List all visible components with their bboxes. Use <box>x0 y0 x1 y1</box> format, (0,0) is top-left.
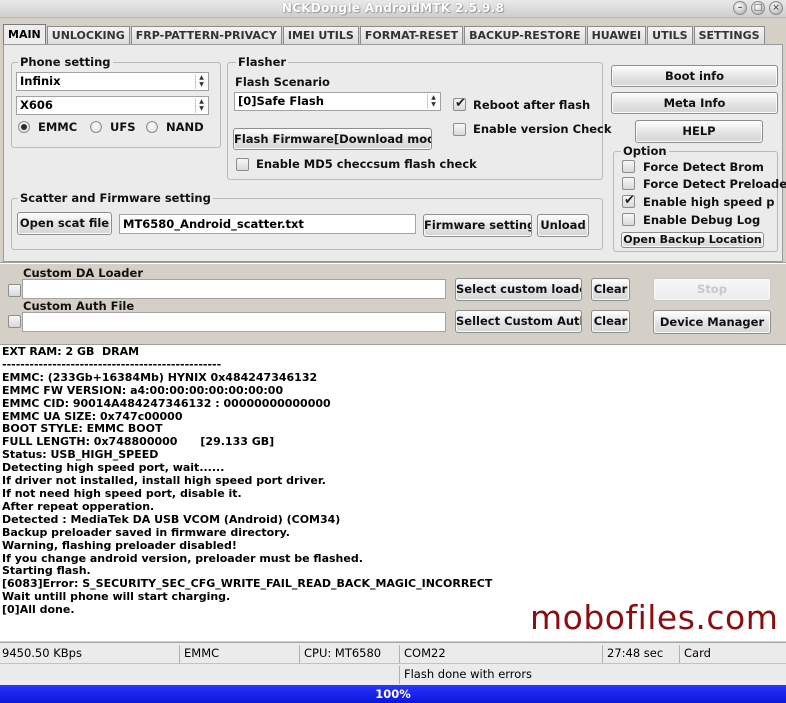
reboot-after-flash-label: Reboot after flash <box>473 98 591 112</box>
custom-da-checkbox[interactable] <box>8 284 21 297</box>
scatter-file-field[interactable]: MT6580_Android_scatter.txt <box>119 214 416 234</box>
high-speed-port-label: Enable high speed port <box>643 195 775 209</box>
model-select[interactable]: X606 ▲ ▼ <box>16 96 209 115</box>
tab-unlocking[interactable]: UNLOCKING <box>46 26 130 44</box>
select-custom-auth-button[interactable]: Sellect Custom Auth <box>455 310 582 333</box>
clear-da-button[interactable]: Clear <box>591 278 630 301</box>
md5-check-checkbox[interactable] <box>236 158 249 171</box>
flasher-title: Flasher <box>236 55 289 69</box>
brand-value: Infinix <box>20 74 61 88</box>
boot-info-button[interactable]: Boot info <box>611 65 778 87</box>
close-icon[interactable]: × <box>769 1 783 15</box>
tab-format-reset[interactable]: FORMAT-RESET <box>359 26 464 44</box>
status-bar-secondary: Flash done with errors <box>0 663 786 685</box>
progress-bar: 100% <box>0 685 786 703</box>
log-line: After repeat opperation. <box>2 499 155 513</box>
maximize-icon[interactable]: □ <box>751 1 765 15</box>
log-line: EMMC CID: 90014A484247346132 : 000000000… <box>2 396 331 410</box>
tab-frp-pattern-privacy[interactable]: FRP-PATTERN-PRIVACY <box>130 26 282 44</box>
custom-auth-field[interactable] <box>22 312 446 332</box>
watermark: mobofiles.com <box>530 598 779 637</box>
radio-nand-label: NAND <box>166 120 204 134</box>
flash-scenario-value: [0]Safe Flash <box>238 94 324 108</box>
force-detect-brom-label: Force Detect Brom <box>643 160 764 174</box>
clear-auth-button[interactable]: Clear <box>591 310 630 333</box>
status-storage: EMMC <box>182 645 300 663</box>
radio-nand[interactable] <box>146 121 158 133</box>
log-line: EMMC: (233Gb+16384Mb) HYNIX 0x4842473461… <box>2 370 318 384</box>
model-value: X606 <box>20 98 53 112</box>
radio-ufs-label: UFS <box>110 120 136 134</box>
brand-select[interactable]: Infinix ▲ ▼ <box>16 72 209 91</box>
custom-da-label: Custom DA Loader <box>23 266 143 280</box>
log-line: Backup preloader saved in firmware direc… <box>2 525 290 539</box>
radio-ufs[interactable] <box>90 121 102 133</box>
log-line: Detected : MediaTek DA USB VCOM (Android… <box>2 512 341 526</box>
debug-log-label: Enable Debug Log <box>643 213 761 227</box>
firmware-setting-button[interactable]: Firmware setting <box>423 214 532 237</box>
reboot-after-flash-checkbox[interactable] <box>453 96 466 111</box>
tab-settings[interactable]: SETTINGS <box>693 26 765 44</box>
meta-info-button[interactable]: Meta Info <box>611 92 778 114</box>
separator <box>0 262 786 264</box>
spinner-icon: ▲ ▼ <box>427 94 439 109</box>
log-line: If you change android version, preloader… <box>2 551 363 565</box>
option-title: Option <box>621 144 669 158</box>
status-cpu: CPU: MT6580 <box>302 645 400 663</box>
phone-setting-title: Phone setting <box>18 55 113 69</box>
flash-scenario-label: Flash Scenario <box>235 75 330 89</box>
tab-bar: MAIN UNLOCKING FRP-PATTERN-PRIVACY IMEI … <box>3 24 766 45</box>
spinner-icon: ▲ ▼ <box>195 74 207 89</box>
force-detect-preloader-label: Force Detect Preloader <box>643 177 786 191</box>
status-card: Card <box>684 646 711 660</box>
flash-firmware-button[interactable]: Flash Firmware[Download mode] <box>233 128 432 150</box>
custom-auth-checkbox[interactable] <box>8 315 21 328</box>
open-scatter-button[interactable]: Open scat file <box>17 212 112 235</box>
tab-main[interactable]: MAIN <box>3 24 46 45</box>
stop-button[interactable]: Stop <box>653 278 771 301</box>
custom-auth-label: Custom Auth File <box>23 299 135 313</box>
version-check-checkbox[interactable] <box>453 123 466 136</box>
select-custom-loader-button[interactable]: Select custom loader <box>455 278 582 301</box>
progress-label: 100% <box>375 687 411 701</box>
spinner-icon: ▲ ▼ <box>195 98 207 113</box>
window-title: NCKDongle AndroidMTK 2.5.9.8 <box>281 1 505 15</box>
log-line: EMMC FW VERSION: a4:00:00:00:00:00:00:00 <box>2 383 284 397</box>
status-speed: 9450.50 KBps <box>0 645 180 663</box>
tab-huawei[interactable]: HUAWEI <box>586 26 647 44</box>
force-detect-preloader-checkbox[interactable] <box>622 177 635 190</box>
unload-button[interactable]: Unload <box>537 214 589 237</box>
status-time: 27:48 sec <box>605 645 680 663</box>
tab-backup-restore[interactable]: BACKUP-RESTORE <box>464 26 586 44</box>
status-empty-cell <box>0 666 400 684</box>
log-line: ----------------------------------------… <box>2 357 222 371</box>
minimize-icon[interactable]: – <box>733 1 747 15</box>
open-backup-location-button[interactable]: Open Backup Location <box>621 232 764 248</box>
radio-emmc-label: EMMC <box>38 120 78 134</box>
log-output[interactable]: EXT RAM: 2 GB DRAM ---------------------… <box>0 344 786 641</box>
md5-check-label: Enable MD5 checcsum flash check <box>256 157 477 171</box>
flash-scenario-select[interactable]: [0]Safe Flash ▲ ▼ <box>234 92 441 111</box>
log-line: Warning, flashing preloader disabled! <box>2 538 237 552</box>
tab-utils[interactable]: UTILS <box>647 26 693 44</box>
radio-emmc[interactable] <box>18 121 30 133</box>
help-button[interactable]: HELP <box>635 120 763 143</box>
high-speed-port-checkbox[interactable] <box>622 193 635 208</box>
log-line: If not need high speed port, disable it. <box>2 486 242 500</box>
scatter-title: Scatter and Firmware setting <box>18 191 213 205</box>
status-message: Flash done with errors <box>404 667 533 681</box>
custom-da-field[interactable] <box>22 279 446 299</box>
status-port: COM22 <box>402 645 603 663</box>
version-check-label: Enable version Check <box>473 122 612 136</box>
device-manager-button[interactable]: Device Manager <box>653 310 771 334</box>
status-bar: 9450.50 KBps EMMC CPU: MT6580 COM22 27:4… <box>0 642 786 663</box>
debug-log-checkbox[interactable] <box>622 213 635 226</box>
title-bar: NCKDongle AndroidMTK 2.5.9.8 – □ × <box>0 0 786 18</box>
log-line: EXT RAM: 2 GB DRAM <box>2 345 140 358</box>
force-detect-brom-checkbox[interactable] <box>622 160 635 173</box>
tab-imei-utils[interactable]: IMEI UTILS <box>282 26 359 44</box>
